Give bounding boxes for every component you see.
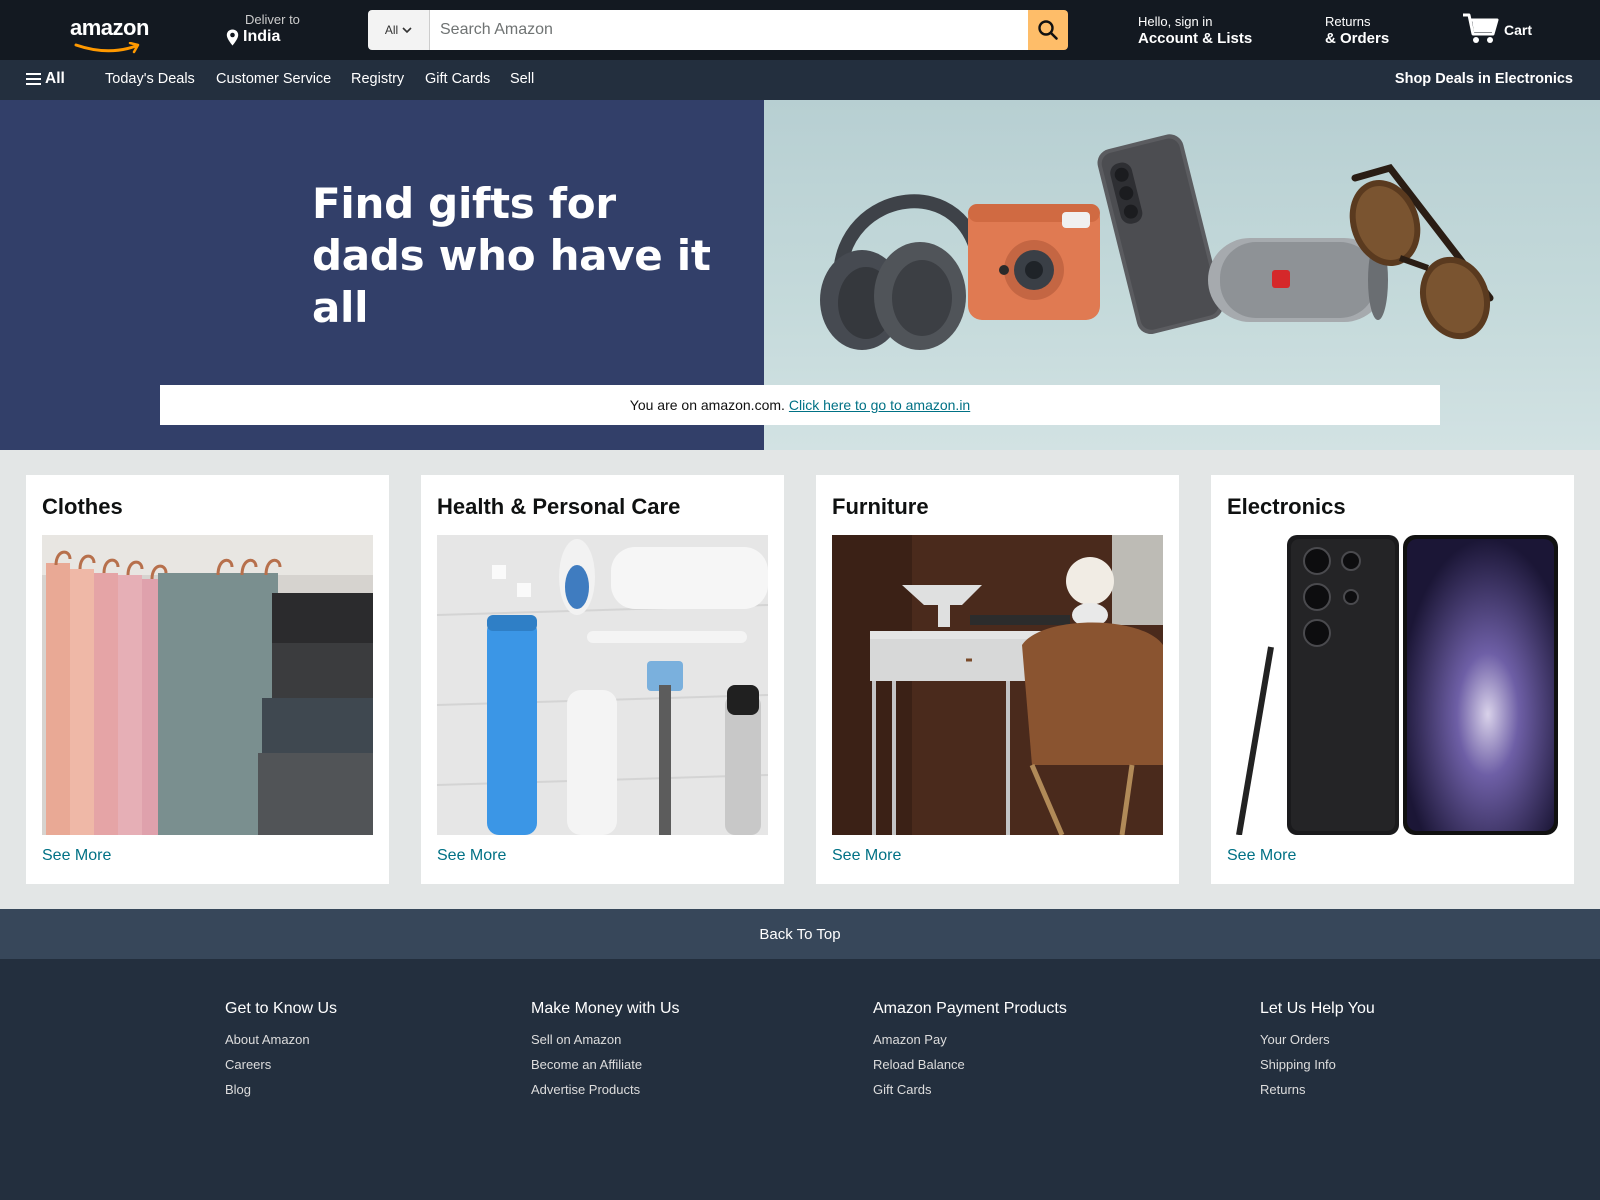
footer-heading: Get to Know Us — [225, 1000, 338, 1017]
cart-icon — [1463, 13, 1499, 43]
see-more-link[interactable]: See More — [1227, 847, 1558, 865]
hero-title-line1: Find gifts for — [312, 179, 616, 228]
footer-link[interactable]: Your Orders — [1260, 1027, 1375, 1052]
footer-link[interactable]: Returns — [1260, 1077, 1375, 1102]
amazon-logo[interactable]: amazon — [64, 12, 160, 54]
orders-label: & Orders — [1325, 30, 1390, 47]
search-button[interactable] — [1028, 10, 1068, 50]
search-bar: All — [368, 10, 1068, 50]
footer-link[interactable]: Sell on Amazon — [531, 1027, 680, 1052]
speaker-image — [1208, 238, 1388, 322]
all-menu-button[interactable]: All — [26, 70, 65, 88]
health-care-image[interactable] — [437, 535, 768, 835]
footer-link[interactable]: Shipping Info — [1260, 1052, 1375, 1077]
footer-column-payment: Amazon Payment Products Amazon Pay Reloa… — [873, 999, 1067, 1102]
category-card-clothes: Clothes See More — [26, 475, 389, 884]
nav-customer-service[interactable]: Customer Service — [216, 71, 331, 87]
footer-link[interactable]: Careers — [225, 1052, 337, 1077]
region-notice: You are on amazon.com. Click here to go … — [160, 385, 1440, 425]
returns-label: Returns — [1325, 14, 1371, 29]
hero-title-line2: dads who have it all — [312, 231, 711, 332]
see-more-link[interactable]: See More — [832, 847, 1163, 865]
footer-link[interactable]: Amazon Pay — [873, 1027, 1067, 1052]
logo-text: amazon — [70, 15, 149, 40]
hero-banner[interactable]: Find gifts for dads who have it all You … — [0, 100, 1600, 450]
sub-nav: All Today's Deals Customer Service Regis… — [0, 60, 1600, 100]
nav-sell[interactable]: Sell — [510, 71, 534, 87]
all-menu-label: All — [45, 70, 65, 87]
card-title: Health & Personal Care — [437, 494, 681, 519]
hero-title: Find gifts for dads who have it all — [312, 178, 752, 334]
search-icon — [1038, 20, 1058, 40]
deliver-label: Deliver to — [245, 12, 300, 27]
account-lists[interactable]: Hello, sign in Account & Lists — [1138, 14, 1252, 48]
cart-label: Cart — [1504, 22, 1533, 38]
back-to-top-label: Back To Top — [759, 925, 841, 943]
footer-heading: Make Money with Us — [531, 1000, 680, 1017]
nav-todays-deals[interactable]: Today's Deals — [105, 71, 195, 87]
search-category-select[interactable]: All — [368, 10, 430, 50]
headphones-image — [820, 194, 987, 350]
footer-column-know-us: Get to Know Us About Amazon Careers Blog — [225, 999, 337, 1102]
clothes-image[interactable] — [42, 535, 373, 835]
footer-link[interactable]: Blog — [225, 1077, 337, 1102]
category-card-electronics: Electronics See More — [1211, 475, 1574, 884]
hamburger-icon — [26, 73, 41, 85]
location-pin-icon — [226, 29, 239, 45]
nav-shop-deals-electronics[interactable]: Shop Deals in Electronics — [1395, 71, 1573, 87]
see-more-link[interactable]: See More — [42, 847, 373, 865]
search-category-label: All — [384, 23, 399, 37]
footer-link[interactable]: About Amazon — [225, 1027, 337, 1052]
cart-button[interactable]: Cart — [1462, 12, 1532, 46]
returns-orders[interactable]: Returns & Orders — [1325, 14, 1389, 48]
footer-link[interactable]: Advertise Products — [531, 1077, 680, 1102]
card-title: Furniture — [832, 494, 929, 519]
region-notice-link[interactable]: Click here to go to amazon.in — [789, 397, 970, 413]
card-title: Electronics — [1227, 494, 1346, 519]
top-nav: amazon Deliver to India All Search Amazo… — [0, 0, 1600, 60]
footer-link[interactable]: Become an Affiliate — [531, 1052, 680, 1077]
search-input[interactable] — [430, 10, 1028, 50]
instant-camera-image — [968, 204, 1100, 320]
footer-column-make-money: Make Money with Us Sell on Amazon Become… — [531, 999, 680, 1102]
footer-link[interactable]: Gift Cards — [873, 1077, 1067, 1102]
electronics-image[interactable] — [1227, 535, 1558, 835]
deliver-to[interactable]: Deliver to India — [226, 12, 326, 46]
furniture-image[interactable] — [832, 535, 1163, 835]
deliver-location: India — [243, 28, 281, 45]
card-title: Clothes — [42, 494, 123, 519]
nav-registry[interactable]: Registry — [351, 71, 404, 87]
footer-link[interactable]: Reload Balance — [873, 1052, 1067, 1077]
account-greeting: Hello, sign in — [1138, 14, 1213, 29]
account-label: Account & Lists — [1138, 30, 1253, 47]
smartphone-image — [1097, 134, 1223, 335]
see-more-link[interactable]: See More — [437, 847, 768, 865]
footer-heading: Amazon Payment Products — [873, 1000, 1067, 1017]
chevron-down-icon — [402, 26, 412, 33]
back-to-top-button[interactable]: Back To Top — [0, 909, 1600, 959]
category-card-furniture: Furniture See More — [816, 475, 1179, 884]
nav-gift-cards[interactable]: Gift Cards — [425, 71, 490, 87]
footer-column-help: Let Us Help You Your Orders Shipping Inf… — [1260, 999, 1375, 1102]
logo-smile-icon — [74, 42, 140, 54]
footer: Get to Know Us About Amazon Careers Blog… — [0, 959, 1600, 1200]
region-notice-text: You are on amazon.com. — [629, 397, 785, 413]
category-card-health: Health & Personal Care See More — [421, 475, 784, 884]
footer-heading: Let Us Help You — [1260, 1000, 1375, 1017]
